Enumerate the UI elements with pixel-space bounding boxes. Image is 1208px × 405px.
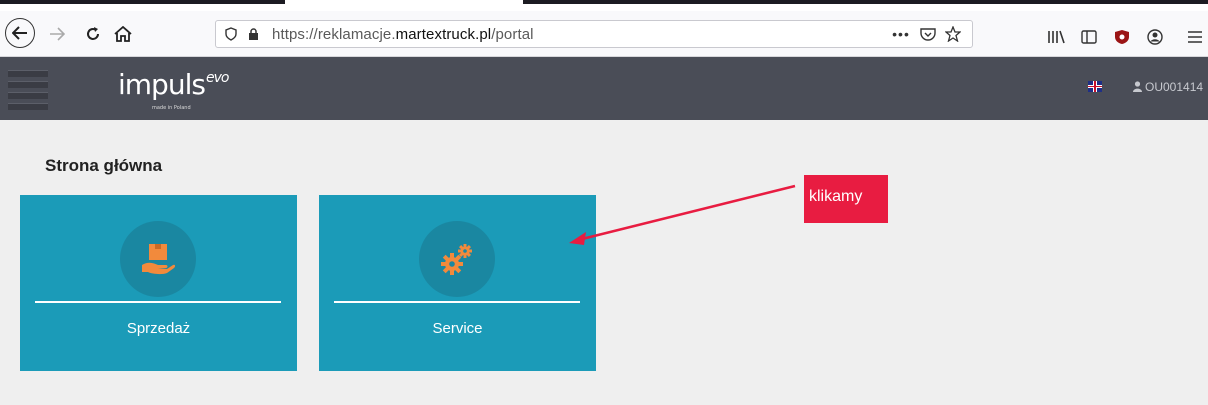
annotation-label: klikamy — [804, 175, 888, 223]
annotation-arrow — [569, 184, 796, 245]
